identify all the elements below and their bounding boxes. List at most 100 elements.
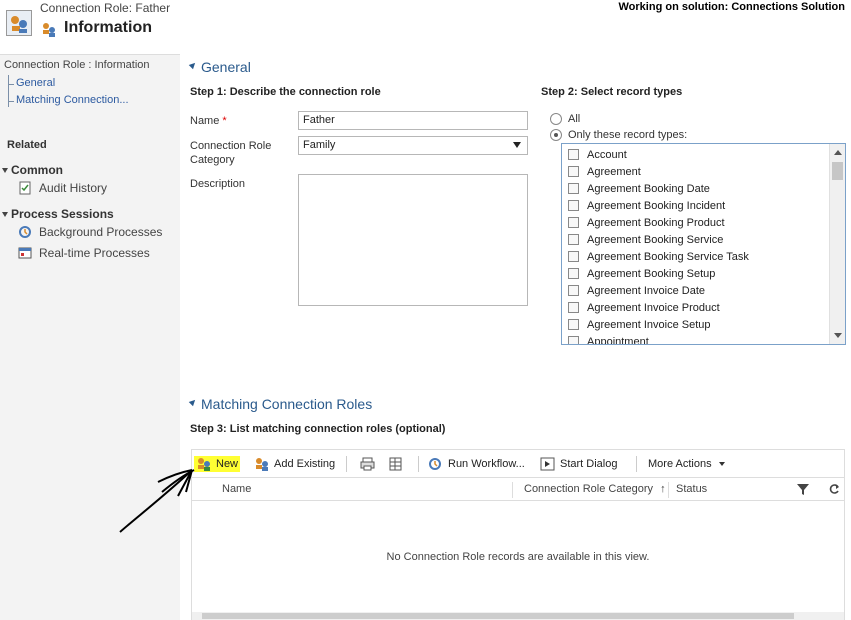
checkbox-icon — [568, 217, 579, 228]
record-type-item[interactable]: Agreement Invoice Product — [568, 299, 720, 316]
subgrid-horizontal-scrollbar[interactable] — [192, 612, 844, 620]
related-heading: Related — [7, 139, 47, 151]
checkbox-icon — [568, 319, 579, 330]
connection-role-icon — [40, 20, 58, 38]
column-divider — [512, 482, 513, 498]
record-type-item[interactable]: Agreement Booking Service — [568, 231, 723, 248]
record-type-item[interactable]: Appointment — [568, 333, 649, 344]
record-types-scrollbar[interactable] — [829, 144, 845, 344]
nav-item-general[interactable]: General — [6, 75, 176, 92]
export-button[interactable] — [388, 456, 408, 472]
subgrid-toolbar: New Add Existing Run Workflow... Start D… — [191, 449, 845, 477]
export-excel-icon — [388, 457, 404, 471]
step3-heading: Step 3: List matching connection roles (… — [190, 423, 446, 435]
scroll-thumb[interactable] — [202, 613, 794, 619]
scroll-down-icon[interactable] — [834, 333, 842, 338]
toolbar-separator — [346, 456, 347, 472]
annotation-arrow-icon — [119, 469, 195, 533]
step1-heading: Step 1: Describe the connection role — [190, 86, 381, 98]
checkbox-icon — [568, 166, 579, 177]
background-processes-icon — [18, 225, 32, 239]
filter-icon[interactable] — [796, 482, 810, 499]
column-header-name[interactable]: Name — [222, 483, 251, 495]
section-collapse-icon — [188, 397, 198, 407]
name-label: Name * — [190, 115, 227, 127]
category-select[interactable]: Family — [298, 136, 528, 155]
record-type-item[interactable]: Agreement Booking Service Task — [568, 248, 749, 265]
scroll-thumb[interactable] — [832, 162, 843, 180]
nav-item-matching-connection[interactable]: Matching Connection... — [6, 92, 176, 109]
matching-section-title[interactable]: Matching Connection Roles — [188, 396, 372, 412]
checkbox-icon — [568, 268, 579, 279]
realtime-processes-icon — [18, 246, 32, 260]
common-group-heading[interactable]: Common — [2, 163, 63, 177]
toolbar-separator — [636, 456, 637, 472]
collapse-triangle-icon — [2, 168, 8, 174]
start-dialog-button[interactable]: Start Dialog — [540, 456, 617, 472]
checkbox-icon — [568, 183, 579, 194]
more-actions-button[interactable]: More Actions — [648, 456, 725, 472]
subgrid-header: Name Connection Role Category ↑ Status — [191, 477, 845, 501]
checkbox-icon — [568, 302, 579, 313]
start-dialog-icon — [540, 457, 556, 471]
general-section-title[interactable]: General — [188, 59, 251, 75]
breadcrumb: Connection Role : Information — [4, 59, 150, 71]
audit-history-link[interactable]: Audit History — [18, 181, 107, 195]
record-type-item[interactable]: Agreement — [568, 163, 641, 180]
record-type-item[interactable]: Agreement Booking Product — [568, 214, 725, 231]
print-icon — [360, 457, 376, 471]
checkbox-icon — [568, 234, 579, 245]
description-label: Description — [190, 178, 246, 190]
dropdown-arrow-icon — [513, 142, 521, 148]
toolbar-separator — [418, 456, 419, 472]
empty-grid-message: No Connection Role records are available… — [386, 551, 650, 563]
description-textarea[interactable] — [298, 174, 528, 306]
radio-all[interactable]: All — [550, 113, 580, 125]
checkbox-icon — [568, 285, 579, 296]
audit-history-icon — [18, 181, 32, 195]
record-type-item[interactable]: Agreement Booking Incident — [568, 197, 725, 214]
record-types-list[interactable]: Account Agreement Agreement Booking Date… — [561, 143, 846, 345]
column-divider — [668, 482, 669, 498]
checkbox-icon — [568, 251, 579, 262]
name-field[interactable]: Father — [298, 111, 528, 130]
form-header: Connection Role: Father Information Work… — [0, 0, 851, 48]
scroll-up-icon[interactable] — [834, 150, 842, 155]
collapse-triangle-icon — [2, 212, 8, 218]
run-workflow-icon — [428, 457, 444, 471]
background-processes-link[interactable]: Background Processes — [18, 225, 162, 239]
record-type-item[interactable]: Agreement Invoice Setup — [568, 316, 711, 333]
radio-button-icon — [550, 113, 562, 125]
radio-button-selected-icon — [550, 129, 562, 141]
process-sessions-heading[interactable]: Process Sessions — [2, 207, 114, 221]
column-header-category[interactable]: Connection Role Category ↑ — [524, 483, 666, 495]
checkbox-icon — [568, 200, 579, 211]
connection-role-entity-icon — [6, 10, 32, 36]
required-asterisk: * — [222, 115, 227, 127]
radio-only-these[interactable]: Only these record types: — [550, 129, 687, 141]
category-label: Connection Role Category — [190, 140, 272, 166]
record-type-item[interactable]: Agreement Booking Setup — [568, 265, 715, 282]
record-type-item[interactable]: Account — [568, 146, 627, 163]
record-type-item[interactable]: Agreement Booking Date — [568, 180, 710, 197]
chevron-down-icon — [718, 462, 725, 466]
checkbox-icon — [568, 336, 579, 344]
solution-label: Working on solution: Connections Solutio… — [618, 1, 846, 13]
print-button[interactable] — [360, 456, 380, 472]
sort-ascending-icon: ↑ — [660, 483, 666, 495]
add-existing-button[interactable]: Add Existing — [254, 456, 335, 472]
section-collapse-icon — [188, 60, 198, 70]
checkbox-icon — [568, 149, 579, 160]
step2-heading: Step 2: Select record types — [541, 86, 683, 98]
record-type-item[interactable]: Agreement Invoice Date — [568, 282, 705, 299]
add-existing-icon — [254, 457, 270, 471]
subgrid-body: No Connection Role records are available… — [191, 501, 845, 620]
column-header-status[interactable]: Status — [676, 483, 707, 495]
run-workflow-button[interactable]: Run Workflow... — [428, 456, 525, 472]
page-title: Information — [64, 19, 152, 36]
realtime-processes-link[interactable]: Real-time Processes — [18, 246, 150, 260]
form-nav-tree: General Matching Connection... — [6, 75, 176, 109]
header-subtitle: Connection Role: Father — [40, 1, 171, 15]
sidebar: Connection Role : Information General Ma… — [0, 54, 180, 620]
refresh-icon[interactable] — [828, 482, 840, 499]
